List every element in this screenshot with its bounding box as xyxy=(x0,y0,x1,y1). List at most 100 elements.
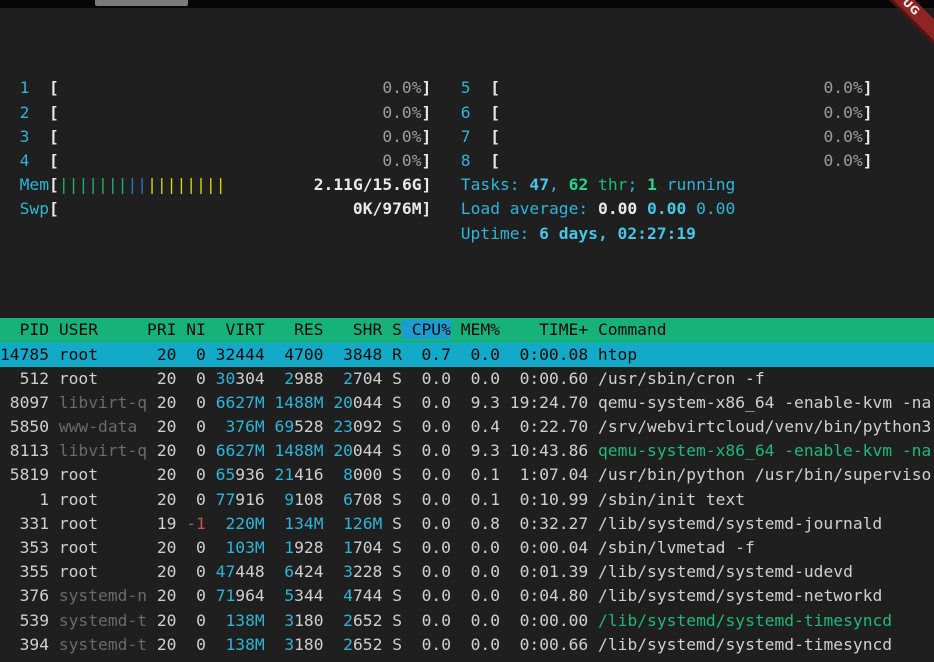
text-segment: thr xyxy=(588,175,627,194)
text-segment xyxy=(471,78,491,97)
cpu3-value: 0.0% xyxy=(382,127,421,146)
process-row-512[interactable]: 512 root 20 0 30304 2988 2704 S 0.0 0.0 … xyxy=(0,367,934,391)
text-segment: 65 xyxy=(216,465,236,484)
text-segment xyxy=(431,78,460,97)
text-segment xyxy=(324,611,344,630)
text-segment: 180 xyxy=(294,611,323,630)
text-segment: S 0.0 9.3 10:43.86 xyxy=(382,441,598,460)
meter-bracket: ] xyxy=(863,127,873,146)
text-segment: 744 xyxy=(353,586,382,605)
cpu5-label: 5 xyxy=(461,78,471,97)
meter-bracket: ] xyxy=(422,78,432,97)
text-segment xyxy=(431,151,460,170)
meter-bracket: ] xyxy=(863,103,873,122)
table-header[interactable]: PID USER PRI NI VIRT RES SHR S CPU% MEM%… xyxy=(0,318,934,342)
text-segment xyxy=(265,538,285,557)
text-segment: 69 xyxy=(275,417,295,436)
text-segment: 5819 root 20 0 xyxy=(0,465,216,484)
text-segment xyxy=(686,199,696,218)
process-row-5819[interactable]: 5819 root 20 0 65936 21416 8000 S 0.0 0.… xyxy=(0,463,934,487)
user-systemd-n: systemd-n xyxy=(59,586,147,605)
text-segment: 916 xyxy=(235,490,264,509)
text-segment: 8113 xyxy=(0,441,59,460)
text-segment xyxy=(29,78,49,97)
process-row-539[interactable]: 539 systemd-t 20 0 138M 3180 2652 S 0.0 … xyxy=(0,609,934,633)
column-headers[interactable]: MEM% TIME+ Command xyxy=(451,320,667,339)
process-row-1[interactable]: 1 root 20 0 77916 9108 6708 S 0.0 0.1 0:… xyxy=(0,488,934,512)
process-row-5850[interactable]: 5850 www-data 20 0 376M 69528 23092 S 0.… xyxy=(0,415,934,439)
text-segment: 1 root 20 0 xyxy=(0,490,216,509)
text-segment: 528 xyxy=(294,417,323,436)
thread-command: /lib/systemd/systemd-timesyncd xyxy=(598,611,892,630)
cpu-meters-row-1-5: 1 [ 0.0%] 5 [ 0.0%] xyxy=(0,76,934,100)
text-segment: 704 xyxy=(353,369,382,388)
sort-column-cpu[interactable]: CPU% xyxy=(402,320,451,339)
text-segment: Load average: xyxy=(461,199,598,218)
cpu4-value: 0.0% xyxy=(382,151,421,170)
process-row-331[interactable]: 331 root 19 -1 220M 134M 126M S 0.0 0.8 … xyxy=(0,512,934,536)
text-segment: 424 xyxy=(294,562,323,581)
text-segment: 3 xyxy=(284,611,294,630)
uptime-value: 6 days, 02:27:19 xyxy=(539,224,696,243)
text-segment: 180 xyxy=(294,635,323,654)
user-systemd-t: systemd-t xyxy=(59,611,147,630)
meter-bracket: [ xyxy=(49,78,59,97)
process-row-14785[interactable]: 14785 root 20 0 32444 4700 3848 R 0.7 0.… xyxy=(0,343,934,367)
text-segment: 23 xyxy=(333,417,353,436)
process-row-376[interactable]: 376 systemd-n 20 0 71964 5344 4744 S 0.0… xyxy=(0,584,934,608)
text-segment: 220M 134M 126M xyxy=(216,514,383,533)
text-segment: 2 xyxy=(284,369,294,388)
text-segment xyxy=(59,78,382,97)
mem-meter-value: 2.11G/15.6G xyxy=(314,175,422,194)
meter-bracket: ] xyxy=(422,175,432,194)
text-segment: 1 xyxy=(343,538,353,557)
process-row-394[interactable]: 394 systemd-t 20 0 138M 3180 2652 S 0.0 … xyxy=(0,633,934,657)
text-segment xyxy=(324,369,344,388)
text-segment: 138M xyxy=(216,611,265,630)
text-segment: 344 xyxy=(294,586,323,605)
text-segment xyxy=(500,103,823,122)
text-segment: S 0.0 0.0 0:00.00 xyxy=(382,611,598,630)
text-segment: 21 xyxy=(275,465,295,484)
text-segment: Uptime: xyxy=(461,224,539,243)
text-segment: 20 0 xyxy=(147,611,216,630)
text-segment xyxy=(471,127,491,146)
cpu-meters-row-3-7: 3 [ 0.0%] 7 [ 0.0%] xyxy=(0,125,934,149)
process-row-8113[interactable]: 8113 libvirt-q 20 0 6627M 1488M 20044 S … xyxy=(0,439,934,463)
meter-bracket: ] xyxy=(863,78,873,97)
text-segment: 8097 xyxy=(0,393,59,412)
text-segment xyxy=(431,127,460,146)
cpu4-label: 4 xyxy=(20,151,30,170)
text-segment: 928 xyxy=(294,538,323,557)
text-segment xyxy=(324,562,344,581)
text-segment: 448 xyxy=(235,562,264,581)
text-segment xyxy=(265,465,275,484)
text-segment: 936 xyxy=(235,465,264,484)
text-segment xyxy=(206,514,216,533)
user-libvirt-q: libvirt-q xyxy=(59,441,147,460)
text-segment xyxy=(431,175,460,194)
text-segment xyxy=(324,417,334,436)
text-segment xyxy=(265,611,285,630)
text-segment: 6 xyxy=(284,562,294,581)
column-headers[interactable]: PID USER PRI NI VIRT RES SHR S xyxy=(0,320,402,339)
text-segment xyxy=(59,127,382,146)
text-segment: 5850 xyxy=(0,417,59,436)
debug-ribbon-text: UG xyxy=(900,0,923,18)
text-segment: 512 root 20 0 xyxy=(0,369,216,388)
mem-bar-cache: |||||||| xyxy=(147,175,225,194)
text-segment xyxy=(324,635,344,654)
text-segment xyxy=(0,127,20,146)
text-segment: 20 0 xyxy=(147,586,216,605)
cpu8-label: 8 xyxy=(461,151,471,170)
process-row-8097[interactable]: 8097 libvirt-q 20 0 6627M 1488M 20044 S … xyxy=(0,391,934,415)
process-row-353[interactable]: 353 root 20 0 103M 1928 1704 S 0.0 0.0 0… xyxy=(0,536,934,560)
meter-bracket: ] xyxy=(422,103,432,122)
debug-ribbon-band: UG xyxy=(878,0,934,51)
process-row-398[interactable]: 398 systemd-r 20 0 70984 6464 5464 S 0.0… xyxy=(0,657,934,662)
meter-bracket: ] xyxy=(422,199,432,218)
meter-bracket: ] xyxy=(422,151,432,170)
window-drag-handle[interactable] xyxy=(95,0,188,6)
text-segment xyxy=(324,538,344,557)
process-row-355[interactable]: 355 root 20 0 47448 6424 3228 S 0.0 0.0 … xyxy=(0,560,934,584)
